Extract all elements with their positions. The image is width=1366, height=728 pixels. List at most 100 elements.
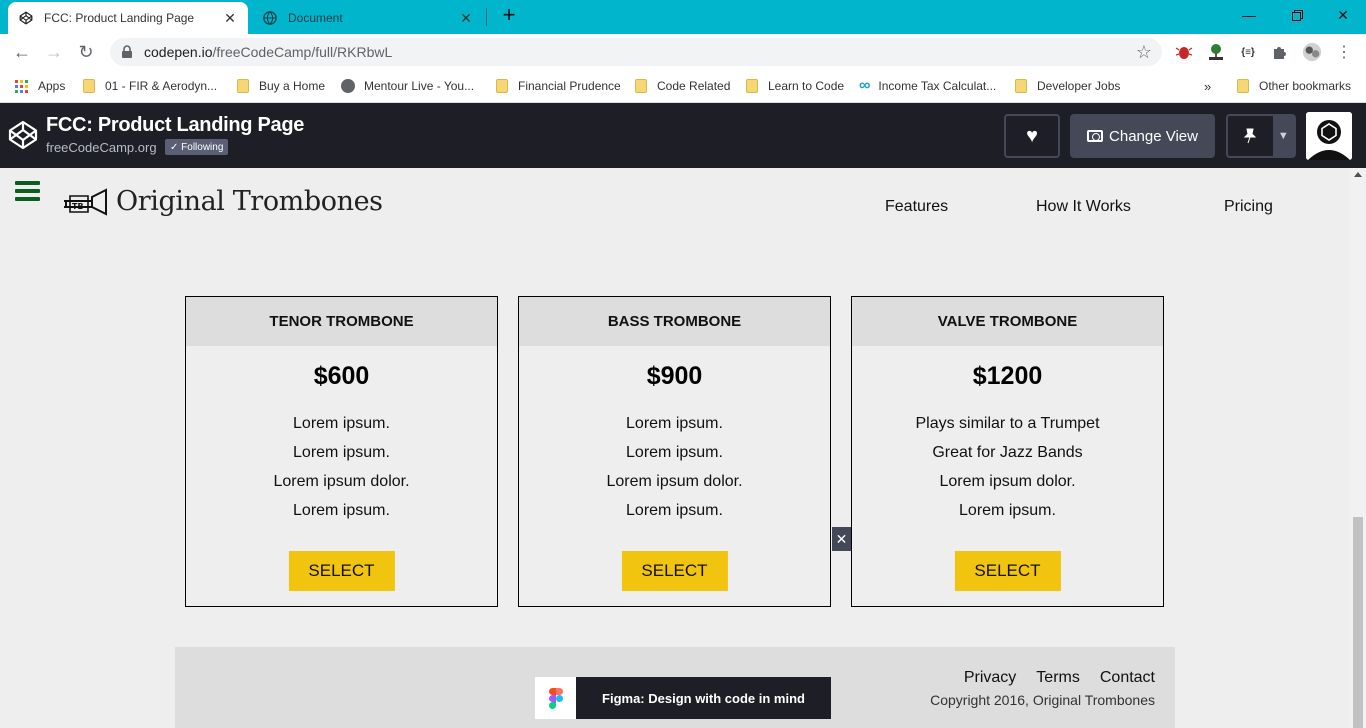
trombone-logo-icon: TB	[64, 188, 107, 216]
pricing-card-bass: BASS TROMBONE $900 Lorem ipsum. Lorem ip…	[518, 296, 831, 607]
footer-link-contact[interactable]: Contact	[1100, 669, 1155, 687]
hamburger-menu-icon[interactable]	[15, 181, 40, 201]
page-scrollbar[interactable]	[1350, 168, 1366, 728]
bookmark-label: Financial Prudence	[518, 79, 621, 93]
bookmark-fir-aerodyn[interactable]: 01 - FIR & Aerodyn...	[83, 77, 217, 95]
bookmark-code-related[interactable]: Code Related	[635, 77, 730, 95]
forward-icon[interactable]: →	[42, 40, 66, 64]
scroll-up-arrow-icon[interactable]	[1354, 172, 1362, 177]
pen-owner[interactable]: freeCodeCamp.org	[46, 140, 157, 155]
reload-icon[interactable]: ↻	[74, 40, 98, 64]
bookmark-learn-to-code[interactable]: Learn to Code	[746, 77, 844, 95]
bookmark-label: Learn to Code	[768, 79, 845, 93]
pin-button[interactable]: ▼	[1226, 114, 1296, 158]
tab-fcc-product-landing-page[interactable]: FCC: Product Landing Page ✕	[8, 2, 248, 34]
apps-grid-icon	[15, 79, 28, 93]
plan-name: TENOR TROMBONE	[186, 297, 497, 346]
user-avatar[interactable]	[1306, 112, 1352, 160]
browser-menu-icon[interactable]: ⋮	[1334, 42, 1354, 62]
folder-icon	[746, 79, 758, 93]
json-extension-icon[interactable]: {≡}	[1238, 42, 1258, 62]
folder-icon	[1237, 79, 1249, 93]
url-text: codepen.io/freeCodeCamp/full/RKRbwL	[144, 44, 392, 60]
plan-name: BASS TROMBONE	[519, 297, 830, 346]
select-button[interactable]: SELECT	[954, 551, 1061, 591]
close-window-icon[interactable]: ✕	[1320, 0, 1366, 30]
plan-feature: Great for Jazz Bands	[932, 444, 1083, 461]
close-tab-icon[interactable]: ✕	[222, 10, 238, 26]
change-view-button[interactable]: Change View	[1070, 114, 1215, 158]
close-tab-icon[interactable]: ✕	[458, 10, 474, 26]
plan-price: $600	[313, 362, 370, 390]
figma-ad-banner[interactable]: Figma: Design with code in mind	[535, 677, 831, 719]
bookmark-mentour-live[interactable]: Mentour Live - You...	[341, 77, 474, 95]
folder-icon	[635, 79, 647, 93]
site-brand[interactable]: TB Original Trombones	[62, 184, 383, 218]
pin-icon	[1228, 116, 1273, 156]
bookmark-label: Other bookmarks	[1259, 79, 1352, 93]
plan-feature: Lorem ipsum.	[959, 502, 1056, 519]
bookmark-other-bookmarks[interactable]: Other bookmarks	[1237, 77, 1351, 95]
codepen-icon	[18, 10, 34, 26]
following-badge[interactable]: ✓ Following	[165, 139, 229, 155]
plan-price: $900	[646, 362, 703, 390]
brand-name: Original Trombones	[116, 185, 383, 217]
tab-title: Document	[288, 11, 343, 25]
folder-icon	[237, 79, 249, 93]
infinity-icon: ∞	[859, 77, 871, 94]
folder-icon	[496, 79, 508, 93]
tab-divider	[486, 8, 487, 26]
back-icon[interactable]: ←	[10, 40, 34, 64]
restore-icon[interactable]	[1274, 0, 1320, 30]
lock-icon	[122, 45, 132, 58]
bookmark-developer-jobs[interactable]: Developer Jobs	[1015, 77, 1120, 95]
bookmarks-bar: Apps 01 - FIR & Aerodyn... Buy a Home Me…	[0, 70, 1366, 103]
codepen-header: FCC: Product Landing Page freeCodeCamp.o…	[0, 103, 1366, 168]
bookmark-income-tax[interactable]: ∞ Income Tax Calculat...	[859, 77, 996, 95]
bookmark-buy-a-home[interactable]: Buy a Home	[237, 77, 325, 95]
bookmarks-overflow-chevron[interactable]: »	[1204, 77, 1211, 95]
footer-link-terms[interactable]: Terms	[1036, 669, 1080, 687]
bug-extension-icon[interactable]	[1174, 42, 1194, 62]
heart-button[interactable]: ♥	[1004, 114, 1060, 158]
pricing-card-valve: VALVE TROMBONE $1200 Plays similar to a …	[851, 296, 1164, 607]
globe-icon	[341, 79, 355, 93]
browser-toolbar: ← → ↻ codepen.io/freeCodeCamp/full/RKRbw…	[0, 34, 1366, 70]
address-bar[interactable]: codepen.io/freeCodeCamp/full/RKRbwL ☆	[110, 38, 1162, 66]
plan-feature: Lorem ipsum.	[293, 415, 390, 432]
pen-title: FCC: Product Landing Page	[46, 114, 305, 136]
globe-icon	[262, 10, 278, 26]
copyright-text: Copyright 2016, Original Trombones	[930, 692, 1155, 708]
select-button[interactable]: SELECT	[288, 551, 395, 591]
url-path: /freeCodeCamp/full/RKRbwL	[212, 44, 393, 60]
folder-icon	[1015, 79, 1027, 93]
chevron-down-icon[interactable]: ▼	[1272, 116, 1294, 156]
scrollbar-thumb[interactable]	[1353, 517, 1363, 728]
nav-link-how-it-works[interactable]: How It Works	[1036, 198, 1131, 216]
pricing-card-tenor: TENOR TROMBONE $600 Lorem ipsum. Lorem i…	[185, 296, 498, 607]
view-icon	[1087, 130, 1104, 142]
select-button[interactable]: SELECT	[621, 551, 728, 591]
footer-link-privacy[interactable]: Privacy	[964, 669, 1016, 687]
plan-features: Lorem ipsum. Lorem ipsum. Lorem ipsum do…	[186, 409, 497, 525]
nav-link-pricing[interactable]: Pricing	[1224, 198, 1273, 216]
nav-link-features[interactable]: Features	[885, 198, 948, 216]
bookmark-financial-prudence[interactable]: Financial Prudence	[496, 77, 621, 95]
heart-icon: ♥	[1026, 124, 1038, 147]
tab-document[interactable]: Document ✕	[252, 2, 484, 34]
minimize-icon[interactable]: —	[1226, 0, 1272, 30]
footer-links: Privacy Terms Contact	[964, 669, 1155, 687]
extensions-puzzle-icon[interactable]	[1270, 42, 1290, 62]
bookmark-apps[interactable]: Apps	[15, 77, 65, 95]
html-tree-extension-icon[interactable]	[1206, 42, 1226, 62]
new-tab-button[interactable]: +	[498, 4, 520, 27]
bookmark-label: Buy a Home	[259, 79, 326, 93]
codepen-logo-icon[interactable]	[8, 120, 38, 150]
plan-feature: Lorem ipsum.	[626, 502, 723, 519]
ad-text: Figma: Design with code in mind	[602, 690, 805, 706]
profile-avatar-icon[interactable]	[1302, 42, 1322, 62]
bookmark-star-icon[interactable]: ☆	[1136, 42, 1152, 63]
bookmark-label: 01 - FIR & Aerodyn...	[105, 79, 218, 93]
close-ad-icon[interactable]: ✕	[832, 527, 851, 551]
plan-price: $1200	[972, 362, 1043, 390]
